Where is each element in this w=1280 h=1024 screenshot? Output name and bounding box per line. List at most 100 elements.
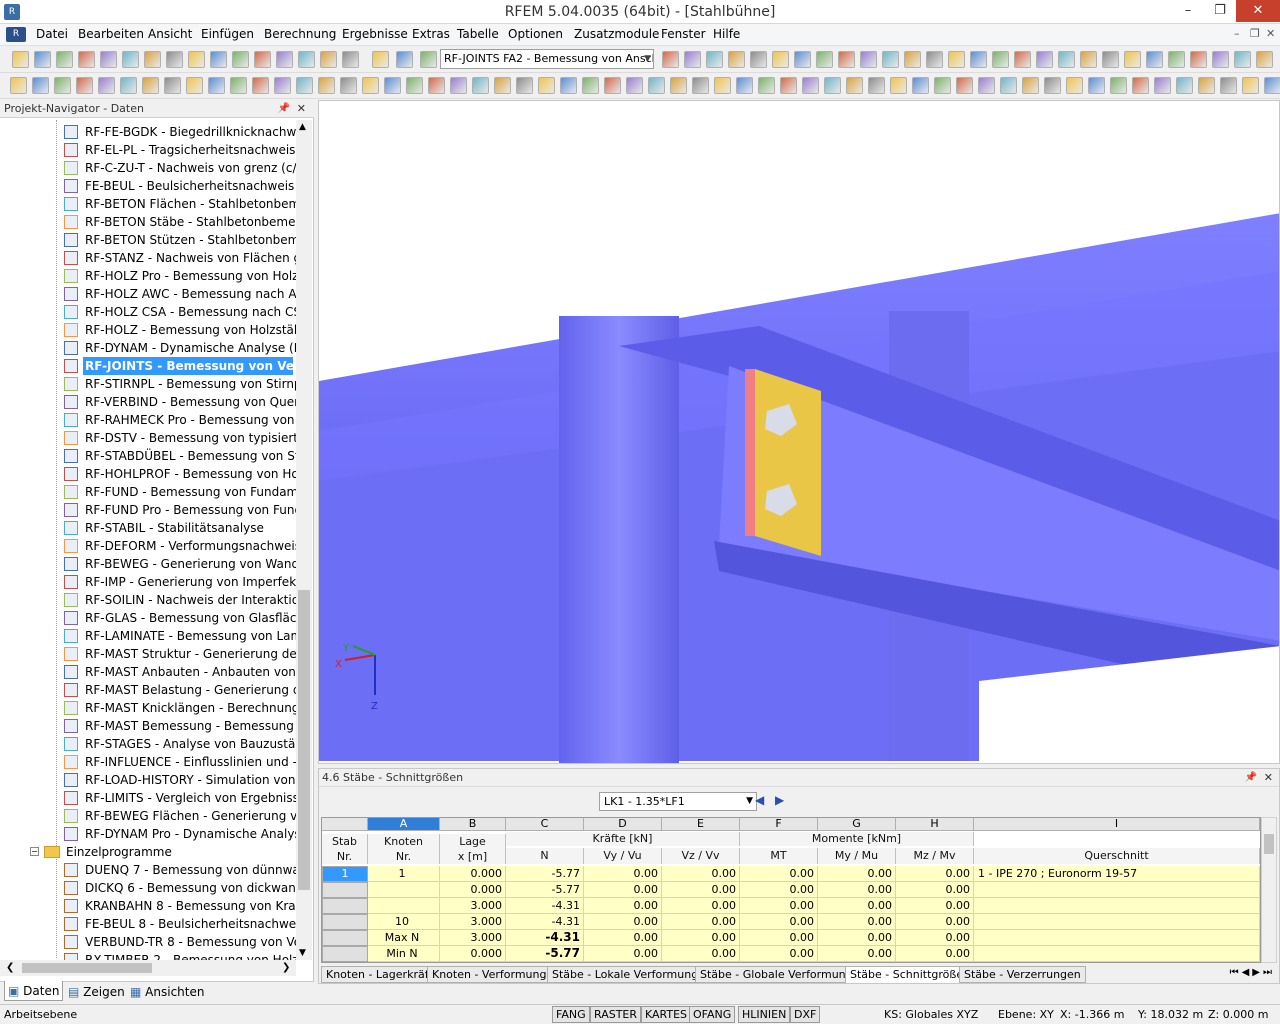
close-button[interactable]: ✕ [1236,0,1280,22]
tab-navigation-icons[interactable]: ⏮◀▶⏭ [1230,967,1275,978]
toolbar-button-icon[interactable] [1190,51,1207,68]
column-letter[interactable]: A [368,818,440,831]
toolbar-button-icon[interactable] [232,51,249,68]
toolbar-button-icon[interactable] [1154,77,1171,94]
table-cell-knoten[interactable] [368,898,440,914]
toggle-hlinien[interactable]: HLINIEN [738,1006,791,1023]
next-icon[interactable]: ▶ [775,793,784,807]
toolbar-button-icon[interactable] [396,51,413,68]
row-header[interactable] [322,930,368,946]
table-cell-mt[interactable]: 0.00 [740,866,818,882]
toolbar-button-icon[interactable] [538,77,555,94]
toolbar-button-icon[interactable] [186,77,203,94]
navigator-item[interactable]: RF-INFLUENCE - Einflusslinien und -fläc [0,753,296,771]
menu-berechnung[interactable]: Berechnung [264,27,336,41]
toolbar-button-icon[interactable] [750,51,767,68]
table-cell-vy[interactable]: 0.00 [584,898,662,914]
toolbar-button-icon[interactable] [230,77,247,94]
table-cell-qs[interactable] [974,930,1260,946]
table-vertical-scrollbar[interactable] [1261,817,1277,963]
table-cell-mz[interactable]: 0.00 [896,866,974,882]
tab-ansichten[interactable]: ▦ Ansichten [130,985,204,999]
table-cell-my[interactable]: 0.00 [818,898,896,914]
toolbar-button-icon[interactable] [1146,51,1163,68]
toolbar-button-icon[interactable] [420,51,437,68]
column-letter[interactable]: B [440,818,506,831]
table-cell-my[interactable]: 0.00 [818,882,896,898]
toolbar-button-icon[interactable] [956,77,973,94]
hscroll-thumb[interactable] [22,963,152,973]
document-icon[interactable]: R [6,27,26,42]
toolbar-button-icon[interactable] [714,77,731,94]
table-cell-mz[interactable]: 0.00 [896,882,974,898]
navigator-item[interactable]: RF-EL-PL - Tragsicherheitsnachweis nac [0,141,296,159]
tab-daten[interactable]: ▣ Daten [4,981,64,1001]
results-tab[interactable]: Stäbe - Schnittgrößen [845,966,976,983]
toolbar-button-icon[interactable] [1066,77,1083,94]
standalone-program-item[interactable]: KRANBAHN 8 - Bemessung von Kranba [0,897,296,915]
table-cell-vy[interactable]: 0.00 [584,866,662,882]
table-cell-knoten[interactable]: Min N [368,946,440,962]
table-cell-mz[interactable]: 0.00 [896,914,974,930]
menu-bearbeiten[interactable]: Bearbeiten [78,27,144,41]
navigator-item[interactable]: RF-RAHMECK Pro - Bemessung von ges [0,411,296,429]
table-cell-vz[interactable]: 0.00 [662,866,740,882]
row-header[interactable]: 1 [322,866,368,882]
toolbar-button-icon[interactable] [296,77,313,94]
table-cell-x[interactable]: 0.000 [440,946,506,962]
toolbar-button-icon[interactable] [1242,77,1259,94]
standalone-program-item[interactable]: VERBUND-TR 8 - Bemessung von Verbu [0,933,296,951]
chevron-down-icon[interactable]: ▼ [746,793,753,810]
toolbar-button-icon[interactable] [904,51,921,68]
navigator-item[interactable]: RF-BETON Flächen - Stahlbetonbemess [0,195,296,213]
minimize-button[interactable]: – [1172,0,1204,22]
table-cell-vz[interactable]: 0.00 [662,914,740,930]
toolbar-button-icon[interactable] [1234,51,1251,68]
table-cell-n[interactable]: -5.77 [506,946,584,962]
toolbar-button-icon[interactable] [1022,77,1039,94]
navigator-item[interactable]: RF-GLAS - Bemessung von Glasflächen [0,609,296,627]
column-letter[interactable]: F [740,818,818,831]
column-letter[interactable]: C [506,818,584,831]
toolbar-button-icon[interactable] [816,51,833,68]
toolbar-button-icon[interactable] [516,77,533,94]
toolbar-button-icon[interactable] [794,51,811,68]
toolbar-button-icon[interactable] [1256,51,1273,68]
toolbar-button-icon[interactable] [252,77,269,94]
toolbar-button-icon[interactable] [32,77,49,94]
navigator-item[interactable]: RF-C-ZU-T - Nachweis von grenz (c/t) [0,159,296,177]
table-cell-qs[interactable] [974,946,1260,962]
toolbar-button-icon[interactable] [122,51,139,68]
table-cell-mt[interactable]: 0.00 [740,914,818,930]
table-scroll-thumb[interactable] [1264,834,1274,854]
table-cell-qs[interactable] [974,882,1260,898]
navigator-item[interactable]: RF-STABDÜBEL - Bemessung von Stabd [0,447,296,465]
toolbar-button-icon[interactable] [54,77,71,94]
toolbar-button-icon[interactable] [100,51,117,68]
toolbar-button-icon[interactable] [1264,77,1280,94]
column-letter[interactable]: E [662,818,740,831]
standalone-program-item[interactable]: DICKQ 6 - Bemessung von dickwandige [0,879,296,897]
table-cell-x[interactable]: 3.000 [440,930,506,946]
toolbar-button-icon[interactable] [1000,77,1017,94]
row-header[interactable] [322,946,368,962]
toolbar-button-icon[interactable] [450,77,467,94]
pin-icon[interactable]: 📌 [1245,769,1257,787]
row-header[interactable] [322,898,368,914]
navigator-item[interactable]: RF-LOAD-HISTORY - Simulation von La [0,771,296,789]
navigator-item[interactable]: RF-MAST Belastung - Generierung der E [0,681,296,699]
mdi-close-icon[interactable]: ✕ [1266,27,1275,40]
menu-tabelle[interactable]: Tabelle [457,27,499,41]
navigator-vertical-scrollbar[interactable]: ▲ ▼ [296,120,312,960]
toolbar-button-icon[interactable] [372,51,389,68]
toolbar-button-icon[interactable] [1036,51,1053,68]
toggle-fang[interactable]: FANG [552,1006,590,1023]
navigator-item[interactable]: RF-VERBIND - Bemessung von Querkraf [0,393,296,411]
navigator-item[interactable]: RF-MAST Knicklängen - Berechnung de [0,699,296,717]
table-cell-knoten[interactable] [368,882,440,898]
navigator-item[interactable]: RF-BETON Stützen - Stahlbetonbemessu [0,231,296,249]
toggle-raster[interactable]: RASTER [590,1006,642,1023]
toolbar-button-icon[interactable] [98,77,115,94]
scroll-thumb[interactable] [298,590,310,890]
toolbar-button-icon[interactable] [428,77,445,94]
